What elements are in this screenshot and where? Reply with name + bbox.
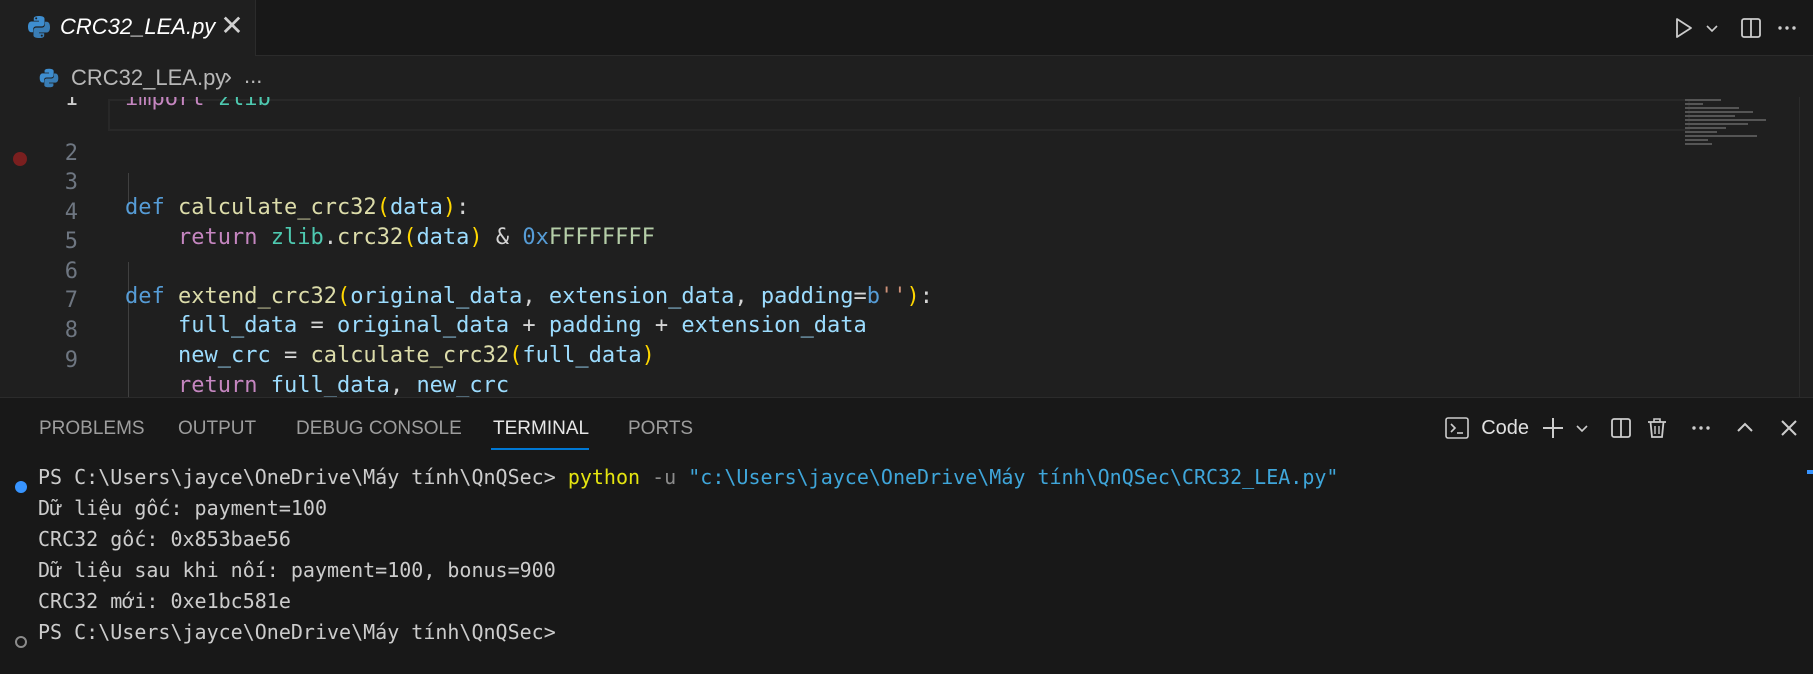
code-line[interactable]: 5 — [0, 204, 1700, 254]
breadcrumb: CRC32_LEA.py › ... — [0, 57, 1813, 97]
terminal-command-line: PS C:\Users\jayce\OneDrive\Máy tính\QnQS… — [38, 463, 1338, 491]
tab-problems[interactable]: PROBLEMS — [39, 418, 145, 440]
terminal-prompt-line: PS C:\Users\jayce\OneDrive\Máy tính\QnQS… — [38, 620, 556, 644]
editor-tab-crc32[interactable]: CRC32_LEA.py ✕ — [0, 0, 256, 56]
chevron-down-icon[interactable] — [1701, 10, 1723, 46]
tab-title: CRC32_LEA.py — [60, 14, 216, 39]
terminal-icon[interactable] — [1439, 410, 1475, 446]
tab-debug-console[interactable]: DEBUG CONSOLE — [296, 418, 462, 440]
tab-terminal[interactable]: TERMINAL — [493, 418, 589, 440]
panel-tab-bar: PROBLEMS OUTPUT DEBUG CONSOLE TERMINAL P… — [0, 398, 1813, 454]
close-panel-icon[interactable] — [1771, 410, 1807, 446]
terminal-scrollbar[interactable] — [1803, 460, 1813, 674]
scroll-marker — [1807, 470, 1813, 474]
more-icon[interactable] — [1683, 410, 1719, 446]
bottom-panel: PROBLEMS OUTPUT DEBUG CONSOLE TERMINAL P… — [0, 397, 1813, 674]
minimap[interactable] — [1685, 97, 1775, 157]
command-pending-decoration[interactable] — [15, 636, 27, 648]
editor-actions — [1665, 8, 1805, 48]
maximize-panel-icon[interactable] — [1727, 410, 1763, 446]
breadcrumb-file[interactable]: CRC32_LEA.py — [71, 65, 226, 91]
split-terminal-icon[interactable] — [1603, 410, 1639, 446]
python-file-icon — [38, 67, 60, 89]
code-line[interactable]: 3 def calculate_crc32(data): — [0, 145, 1700, 220]
panel-actions: Code — [1439, 410, 1807, 446]
tab-ports[interactable]: PORTS — [628, 418, 693, 440]
code-line[interactable]: 7 full_data = original_data + padding + … — [0, 263, 1700, 338]
breadcrumb-symbols[interactable]: ... — [244, 63, 262, 89]
terminal-output-line: Dữ liệu gốc: payment=100 — [38, 496, 327, 520]
chevron-right-icon: › — [224, 63, 232, 90]
terminal-prompt: PS C:\Users\jayce\OneDrive\Máy tính\QnQS… — [38, 465, 556, 489]
line-number: 1 — [64, 97, 78, 111]
editor-tab-bar: CRC32_LEA.py ✕ — [0, 0, 1813, 56]
code-line[interactable]: 9 return full_data, new_crc — [0, 323, 1700, 397]
split-editor-icon[interactable] — [1733, 10, 1769, 46]
code-text: return full_data, new_crc — [177, 373, 510, 397]
code-text: import zlib — [125, 97, 271, 111]
code-line[interactable]: 8 new_crc = calculate_crc32(full_data) — [0, 293, 1700, 368]
terminal-profile-label[interactable]: Code — [1481, 410, 1529, 446]
line-number: 9 — [64, 348, 78, 373]
terminal-flag: -u — [652, 465, 677, 489]
close-icon[interactable]: ✕ — [218, 10, 246, 42]
run-icon[interactable] — [1665, 10, 1701, 46]
python-file-icon — [26, 14, 52, 40]
terminal-output[interactable]: PS C:\Users\jayce\OneDrive\Máy tính\QnQS… — [0, 460, 1813, 674]
terminal-output-line: CRC32 gốc: 0x853bae56 — [38, 527, 291, 551]
active-tab-indicator — [491, 448, 589, 450]
terminal-output-line: Dữ liệu sau khi nối: payment=100, bonus=… — [38, 558, 556, 582]
code-editor[interactable]: 1 import zlib 2 3 def calculate_crc32(da… — [0, 97, 1813, 397]
chevron-down-icon[interactable] — [1571, 410, 1593, 446]
trash-icon[interactable] — [1639, 410, 1675, 446]
editor-scrollbar[interactable] — [1799, 97, 1813, 397]
terminal-argument: "c:\Users\jayce\OneDrive\Máy tính\QnQSec… — [688, 465, 1339, 489]
terminal-output-line: CRC32 mới: 0xe1bc581e — [38, 589, 291, 613]
more-icon[interactable] — [1769, 10, 1805, 46]
terminal-command: python — [567, 465, 641, 489]
command-success-decoration[interactable] — [15, 481, 27, 493]
tab-output[interactable]: OUTPUT — [178, 418, 256, 440]
plus-icon[interactable] — [1535, 410, 1571, 446]
